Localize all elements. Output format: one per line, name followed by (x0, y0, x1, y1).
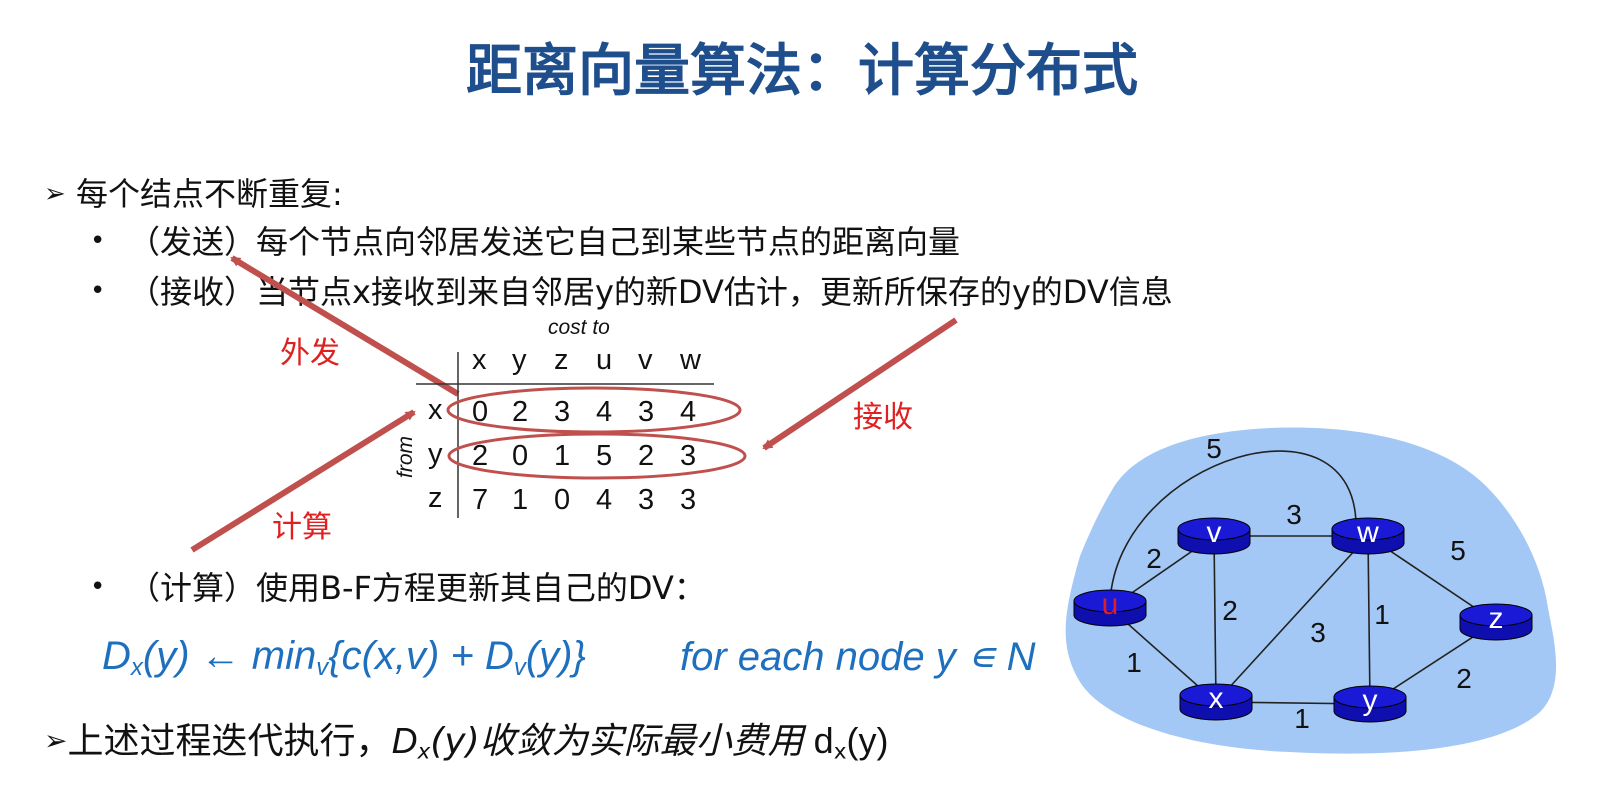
link-cost-w-y: 1 (1374, 599, 1390, 630)
row-x-highlight-oval (446, 386, 742, 434)
receive-arrow (762, 317, 958, 451)
link-cost-v-w: 3 (1286, 499, 1302, 530)
router-label-z: z (1489, 602, 1504, 635)
router-x: x (1179, 682, 1253, 721)
network-cloud (1065, 427, 1557, 754)
router-label-u: u (1102, 588, 1119, 621)
router-v: v (1177, 516, 1251, 555)
link-cost-w-x: 3 (1310, 617, 1326, 648)
row-y-highlight-oval (447, 432, 747, 480)
router-label-w: w (1356, 516, 1379, 549)
network-diagram: 5 2 1 3 2 3 1 5 1 2 u v w x y z (1065, 427, 1557, 754)
router-w: w (1331, 516, 1405, 555)
link-cost-u-x: 1 (1126, 647, 1142, 678)
link-cost-u-w: 5 (1206, 433, 1222, 464)
send-arrow (230, 255, 460, 397)
router-label-x: x (1209, 682, 1224, 715)
router-z: z (1459, 602, 1533, 641)
link-cost-u-v: 2 (1146, 543, 1162, 574)
link-cost-x-y: 1 (1294, 703, 1310, 734)
compute-arrow (190, 409, 416, 553)
link-cost-y-z: 2 (1456, 663, 1472, 694)
diagram-layer: 5 2 1 3 2 3 1 5 1 2 u v w x y z (190, 255, 1557, 754)
link-cost-v-x: 2 (1222, 595, 1238, 626)
router-u: u (1073, 588, 1147, 627)
router-label-v: v (1207, 516, 1222, 549)
slide: 距离向量算法：计算分布式 ➢ 每个结点不断重复: • （发送）每个节点向邻居发送… (0, 0, 1604, 786)
link-cost-w-z: 5 (1450, 535, 1466, 566)
router-y: y (1333, 684, 1407, 723)
router-label-y: y (1363, 684, 1378, 717)
